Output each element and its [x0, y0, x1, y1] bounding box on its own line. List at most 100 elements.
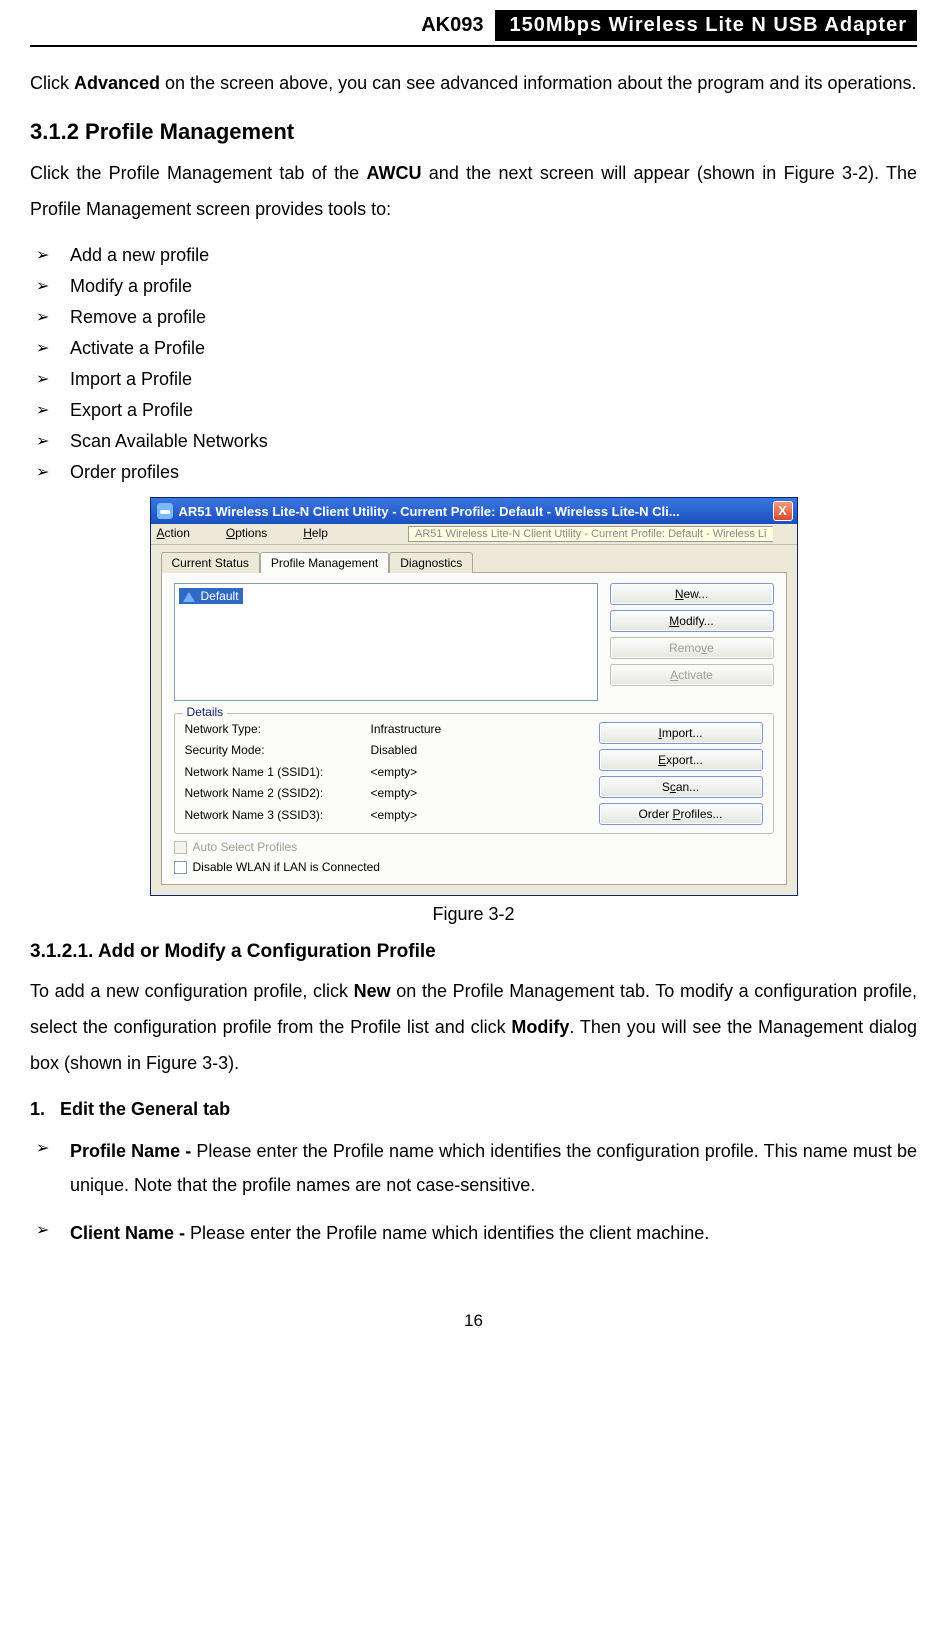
order-button-post: rofiles... — [681, 807, 723, 821]
close-icon[interactable]: X — [773, 501, 793, 521]
details-groupbox: Details Network Type: Infrastructure Sec… — [174, 713, 774, 834]
section-31211-para: To add a new configuration profile, clic… — [30, 973, 917, 1081]
remove-button-pre: Remo — [669, 641, 701, 655]
list-item: Add a new profile — [36, 245, 917, 266]
scan-button[interactable]: Scan... — [599, 776, 763, 798]
checkbox-icon[interactable] — [174, 861, 187, 874]
intro-suffix: on the screen above, you can see advance… — [160, 73, 916, 93]
doc-code: AK093 — [421, 10, 495, 41]
menu-help-rest: elp — [312, 526, 328, 540]
details-key: Network Type: — [185, 722, 365, 739]
modify-button-rest: odify... — [679, 614, 713, 628]
list-item: Remove a profile — [36, 307, 917, 328]
details-key: Network Name 1 (SSID1): — [185, 765, 365, 782]
modify-button[interactable]: Modify... — [610, 610, 774, 632]
tab-pane: Default New... Modify... Remove Activate… — [161, 572, 787, 885]
list-item: Modify a profile — [36, 276, 917, 297]
export-button-rest: xport... — [666, 753, 703, 767]
app-icon — [157, 503, 173, 519]
order-profiles-button[interactable]: Order Profiles... — [599, 803, 763, 825]
menu-action-rest: ction — [165, 526, 190, 540]
doc-title: 150Mbps Wireless Lite N USB Adapter — [495, 10, 917, 41]
b2: Modify — [511, 1017, 569, 1037]
details-key: Security Mode: — [185, 743, 365, 760]
auto-select-label: Auto Select Profiles — [193, 840, 298, 854]
s312-bold: AWCU — [366, 163, 421, 183]
header-rule — [30, 45, 917, 47]
activate-button[interactable]: Activate — [610, 664, 774, 686]
numbered-list: 1. Edit the General tab — [30, 1099, 917, 1120]
pane-top-row: Default New... Modify... Remove Activate — [174, 583, 774, 701]
intro-bold: Advanced — [74, 73, 160, 93]
title-tooltip: AR51 Wireless Lite-N Client Utility - Cu… — [408, 526, 772, 542]
details-val: <empty> — [371, 808, 587, 825]
details-val: <empty> — [371, 786, 587, 803]
auto-select-checkbox-row: Auto Select Profiles — [174, 840, 774, 854]
app-window: AR51 Wireless Lite-N Client Utility - Cu… — [150, 497, 798, 896]
list-item: Client Name - Please enter the Profile n… — [36, 1216, 917, 1250]
intro-prefix: Click — [30, 73, 74, 93]
list-rest: Please enter the Profile name which iden… — [190, 1223, 709, 1243]
b1: New — [354, 981, 391, 1001]
section-31211-heading: 3.1.2.1. Add or Modify a Configuration P… — [30, 941, 917, 963]
profile-tools-list: Add a new profile Modify a profile Remov… — [30, 245, 917, 483]
button-column-bottom: Import... Export... Scan... Order Profil… — [599, 722, 763, 825]
profile-list-item-selected[interactable]: Default — [179, 588, 243, 604]
window-titlebar[interactable]: AR51 Wireless Lite-N Client Utility - Cu… — [151, 498, 797, 524]
import-button[interactable]: Import... — [599, 722, 763, 744]
new-button-rest: ew... — [683, 587, 708, 601]
order-button-pre: Order — [638, 807, 672, 821]
checkbox-icon — [174, 841, 187, 854]
details-grid: Network Type: Infrastructure Security Mo… — [185, 722, 587, 825]
list-item: Import a Profile — [36, 369, 917, 390]
disable-wlan-label: Disable WLAN if LAN is Connected — [193, 860, 380, 874]
new-button[interactable]: New... — [610, 583, 774, 605]
disable-wlan-checkbox-row[interactable]: Disable WLAN if LAN is Connected — [174, 860, 774, 874]
figure-screenshot: AR51 Wireless Lite-N Client Utility - Cu… — [30, 497, 917, 896]
details-val: Infrastructure — [371, 722, 587, 739]
details-key: Network Name 2 (SSID2): — [185, 786, 365, 803]
section-312-para: Click the Profile Management tab of the … — [30, 155, 917, 227]
list-item: Activate a Profile — [36, 338, 917, 359]
list-item: Profile Name - Please enter the Profile … — [36, 1134, 917, 1202]
tab-current-status[interactable]: Current Status — [161, 552, 260, 573]
list-item: Export a Profile — [36, 400, 917, 421]
details-val: <empty> — [371, 765, 587, 782]
numbered-item: 1. Edit the General tab — [30, 1099, 917, 1120]
menu-options[interactable]: Options — [226, 526, 285, 542]
profile-item-label: Default — [201, 589, 239, 603]
field-desc-list: Profile Name - Please enter the Profile … — [30, 1134, 917, 1251]
page-number: 16 — [30, 1311, 917, 1331]
list-rest: Please enter the Profile name which iden… — [70, 1141, 917, 1195]
menu-bar: Action Options Help AR51 Wireless Lite-N… — [151, 524, 797, 545]
menu-action[interactable]: Action — [157, 526, 208, 542]
import-button-rest: mport... — [662, 726, 703, 740]
menu-options-rest: ptions — [235, 526, 267, 540]
scan-button-post: an... — [676, 780, 699, 794]
list-item: Order profiles — [36, 462, 917, 483]
tab-profile-management[interactable]: Profile Management — [260, 552, 389, 573]
tab-row: Current Status Profile Management Diagno… — [151, 545, 797, 572]
wifi-icon — [183, 590, 197, 602]
list-bold: Client Name - — [70, 1223, 190, 1243]
details-val: Disabled — [371, 743, 587, 760]
num-text: Edit the General tab — [60, 1099, 230, 1119]
doc-header: AK093 150Mbps Wireless Lite N USB Adapte… — [30, 10, 917, 41]
details-key: Network Name 3 (SSID3): — [185, 808, 365, 825]
window-title: AR51 Wireless Lite-N Client Utility - Cu… — [179, 504, 773, 519]
intro-paragraph: Click Advanced on the screen above, you … — [30, 65, 917, 101]
p1: To add a new configuration profile, clic… — [30, 981, 354, 1001]
activate-button-rest: ctivate — [678, 668, 713, 682]
menu-help[interactable]: Help — [303, 526, 346, 542]
list-item: Scan Available Networks — [36, 431, 917, 452]
remove-button[interactable]: Remove — [610, 637, 774, 659]
tab-diagnostics[interactable]: Diagnostics — [389, 552, 473, 573]
details-legend: Details — [183, 705, 228, 719]
s312-prefix: Click the Profile Management tab of the — [30, 163, 366, 183]
export-button[interactable]: Export... — [599, 749, 763, 771]
scan-button-pre: S — [662, 780, 670, 794]
profile-list[interactable]: Default — [174, 583, 598, 701]
figure-caption: Figure 3-2 — [30, 904, 917, 925]
remove-button-post: e — [707, 641, 714, 655]
num-label: 1. — [30, 1099, 45, 1119]
